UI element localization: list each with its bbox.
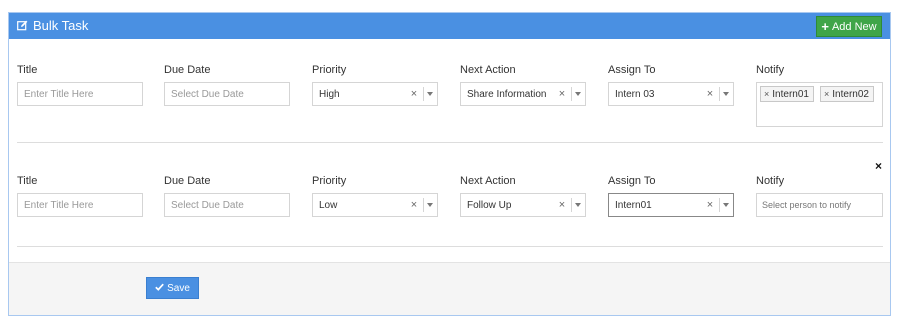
notify-tag: × Intern01	[760, 86, 814, 102]
assign-to-label: Assign To	[608, 175, 656, 187]
notify-label: Notify	[756, 64, 785, 76]
next-action-label: Next Action	[460, 64, 516, 76]
plus-icon: +	[821, 19, 829, 34]
priority-label: Priority	[312, 175, 347, 187]
due-date-input[interactable]: Select Due Date	[164, 82, 290, 106]
clear-icon[interactable]: ×	[704, 199, 716, 211]
assign-to-field: Assign To Intern01 ×	[608, 174, 734, 217]
priority-value: High	[319, 88, 340, 100]
bulk-task-panel: Bulk Task + Add New Title Enter Title He…	[8, 12, 891, 316]
next-action-value: Share Information	[467, 88, 547, 100]
next-action-value: Follow Up	[467, 199, 512, 211]
due-date-field: Due Date Select Due Date	[164, 174, 290, 217]
save-button[interactable]: Save	[146, 277, 199, 299]
priority-label: Priority	[312, 64, 347, 76]
edit-icon	[17, 20, 28, 31]
panel-footer: Save	[9, 262, 890, 315]
chevron-down-icon[interactable]	[723, 92, 733, 96]
due-date-label: Due Date	[164, 64, 211, 76]
priority-value: Low	[319, 199, 338, 211]
clear-icon[interactable]: ×	[556, 88, 568, 100]
panel-header: Bulk Task + Add New	[9, 13, 890, 39]
notify-multiselect[interactable]: Select person to notify	[756, 193, 883, 217]
notify-label: Notify	[756, 175, 785, 187]
next-action-field: Next Action Follow Up ×	[460, 174, 586, 217]
remove-tag-icon[interactable]: ×	[824, 89, 829, 99]
due-date-field: Due Date Select Due Date	[164, 63, 290, 106]
chevron-down-icon[interactable]	[723, 203, 733, 207]
assign-to-select[interactable]: Intern01 ×	[608, 193, 734, 217]
task-row: Title Enter Title Here Due Date Select D…	[9, 174, 890, 244]
priority-select[interactable]: High ×	[312, 82, 438, 106]
notify-multiselect[interactable]: × Intern01 × Intern02	[756, 82, 883, 127]
priority-field: Priority Low ×	[312, 174, 438, 217]
chevron-down-icon[interactable]	[575, 92, 585, 96]
row-divider	[17, 246, 883, 247]
notify-tag-label: Intern02	[832, 88, 869, 100]
notify-placeholder: Select person to notify	[762, 200, 852, 210]
notify-tag-label: Intern01	[772, 88, 809, 100]
notify-field: Notify × Intern01 × Intern02	[756, 63, 883, 127]
clear-icon[interactable]: ×	[408, 199, 420, 211]
priority-select[interactable]: Low ×	[312, 193, 438, 217]
title-input[interactable]: Enter Title Here	[17, 193, 143, 217]
save-label: Save	[167, 282, 190, 294]
assign-to-value: Intern01	[615, 199, 652, 211]
add-new-button[interactable]: + Add New	[816, 16, 882, 37]
next-action-select[interactable]: Share Information ×	[460, 82, 586, 106]
title-label: Title	[17, 64, 38, 76]
due-date-input[interactable]: Select Due Date	[164, 193, 290, 217]
next-action-select[interactable]: Follow Up ×	[460, 193, 586, 217]
notify-tag: × Intern02	[820, 86, 874, 102]
chevron-down-icon[interactable]	[575, 203, 585, 207]
assign-to-select[interactable]: Intern 03 ×	[608, 82, 734, 106]
task-row: Title Enter Title Here Due Date Select D…	[9, 63, 890, 143]
assign-to-field: Assign To Intern 03 ×	[608, 63, 734, 106]
priority-field: Priority High ×	[312, 63, 438, 106]
due-date-label: Due Date	[164, 175, 211, 187]
remove-row-icon[interactable]: ×	[875, 160, 882, 172]
title-label: Title	[17, 175, 38, 187]
panel-title: Bulk Task	[17, 18, 88, 33]
remove-tag-icon[interactable]: ×	[764, 89, 769, 99]
add-new-label: Add New	[831, 20, 877, 33]
next-action-field: Next Action Share Information ×	[460, 63, 586, 106]
next-action-label: Next Action	[460, 175, 516, 187]
title-field: Title Enter Title Here	[17, 174, 143, 217]
row-divider	[17, 142, 883, 143]
clear-icon[interactable]: ×	[556, 199, 568, 211]
assign-to-label: Assign To	[608, 64, 656, 76]
title-field: Title Enter Title Here	[17, 63, 143, 106]
clear-icon[interactable]: ×	[704, 88, 716, 100]
notify-field: Notify Select person to notify	[756, 174, 883, 217]
assign-to-value: Intern 03	[615, 88, 655, 100]
clear-icon[interactable]: ×	[408, 88, 420, 100]
title-input[interactable]: Enter Title Here	[17, 82, 143, 106]
panel-title-text: Bulk Task	[33, 18, 89, 33]
check-icon	[155, 283, 164, 294]
chevron-down-icon[interactable]	[427, 92, 437, 96]
chevron-down-icon[interactable]	[427, 203, 437, 207]
